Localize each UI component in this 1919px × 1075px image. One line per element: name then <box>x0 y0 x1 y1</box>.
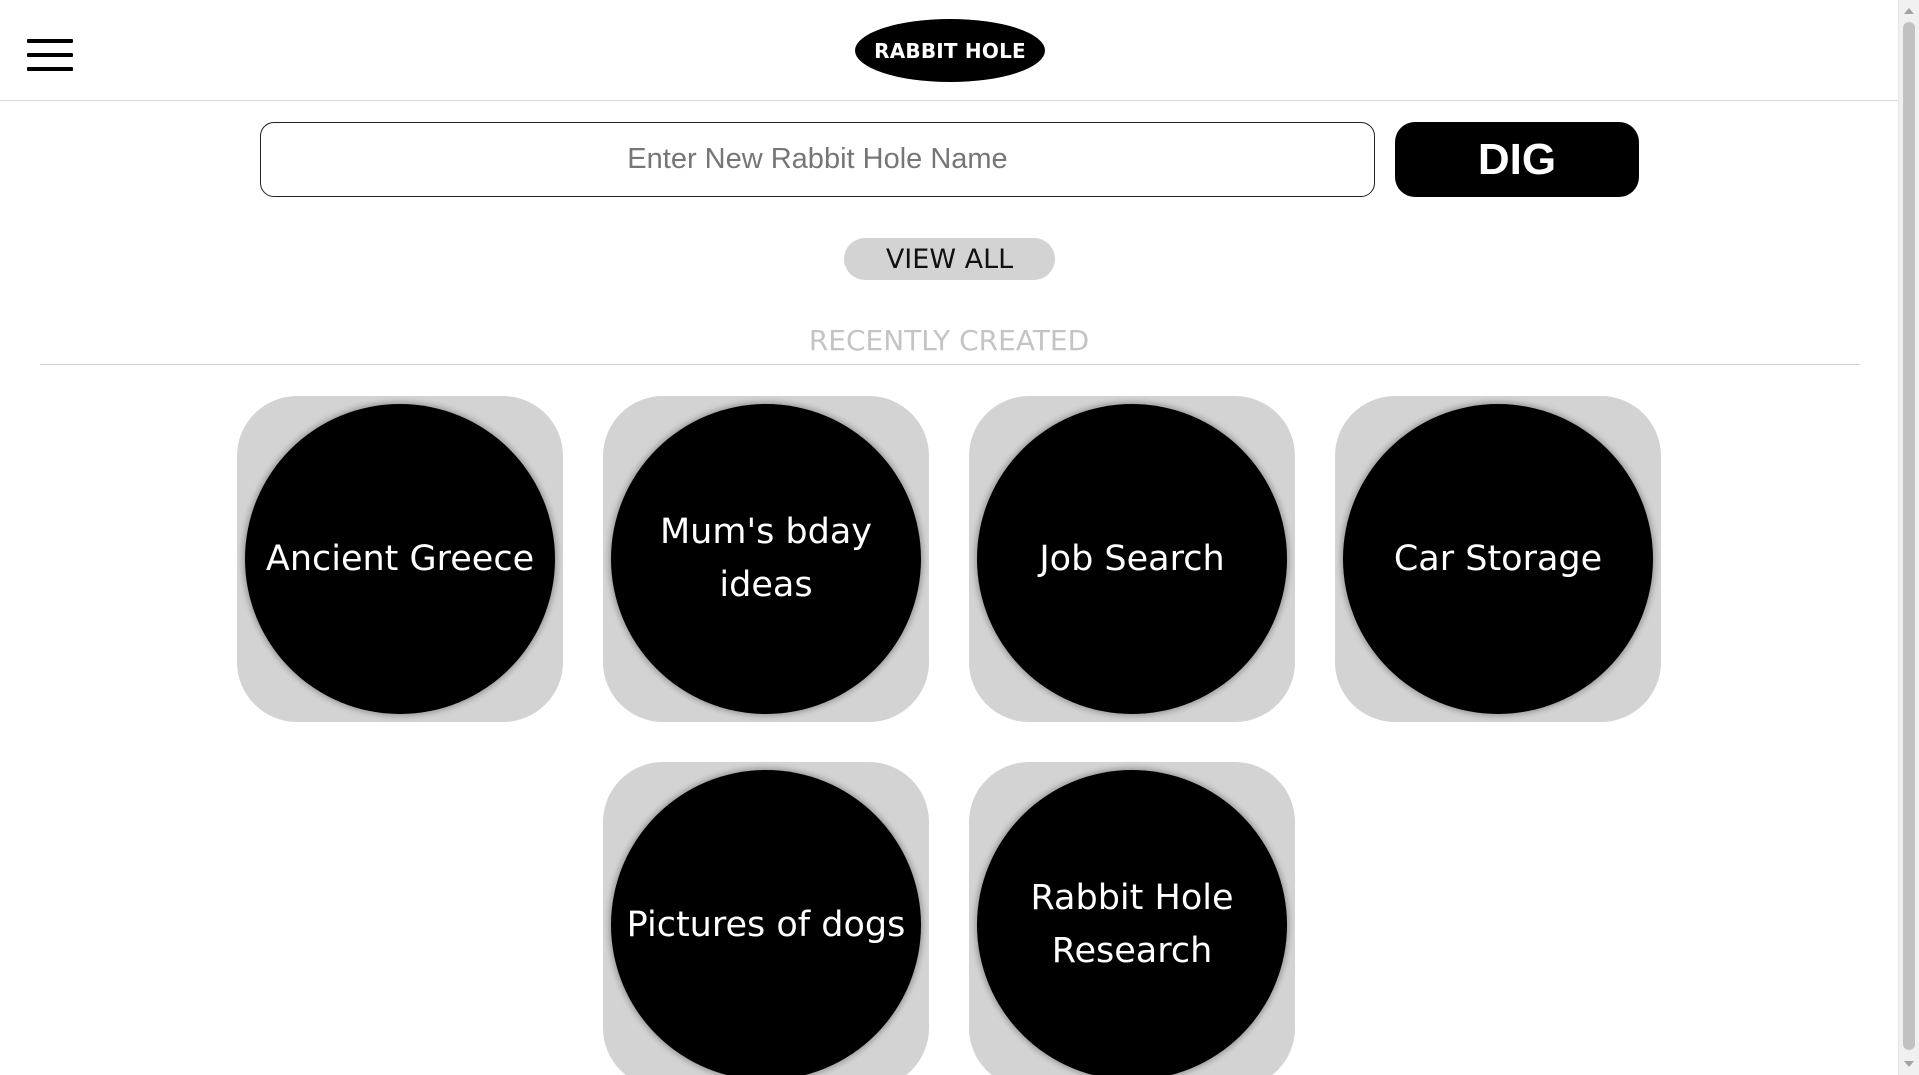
menu-line <box>27 67 73 71</box>
rabbit-hole-name: Mum's bday ideas <box>659 512 873 605</box>
rabbit-hole-tile[interactable]: Ancient Greece <box>237 396 563 722</box>
top-bar: RABBIT HOLE <box>0 0 1898 101</box>
dig-button[interactable]: DIG <box>1395 122 1639 197</box>
page: RABBIT HOLE DIG VIEW ALL RECENTLY CREATE… <box>0 0 1898 1075</box>
app-window: RABBIT HOLE DIG VIEW ALL RECENTLY CREATE… <box>0 0 1919 1075</box>
menu-line <box>27 53 73 57</box>
scrollbar-thumb[interactable] <box>1903 22 1915 1050</box>
vertical-scrollbar[interactable] <box>1898 0 1919 1075</box>
rabbit-hole-name: Pictures of dogs <box>626 904 906 945</box>
new-rabbit-hole-name-input[interactable] <box>260 122 1375 197</box>
hamburger-menu-icon[interactable] <box>27 39 73 71</box>
rabbit-hole-tile[interactable]: Pictures of dogs <box>603 762 929 1075</box>
section-title-recently-created: RECENTLY CREATED <box>808 324 1090 357</box>
rabbit-hole-name: Car Storage <box>1393 538 1603 579</box>
rabbit-hole-grid: Ancient Greece Mum's bday ideas Job Sear… <box>237 396 1661 1075</box>
rabbit-hole-name: Job Search <box>1039 538 1225 579</box>
rabbit-hole-tile[interactable]: Mum's bday ideas <box>603 396 929 722</box>
rabbit-hole-circle: Rabbit Hole Research <box>977 770 1287 1075</box>
rabbit-hole-tile[interactable]: Job Search <box>969 396 1295 722</box>
rabbit-hole-tile[interactable]: Rabbit Hole Research <box>969 762 1295 1075</box>
scroll-up-arrow-icon[interactable] <box>1904 8 1914 14</box>
rabbit-hole-circle: Mum's bday ideas <box>611 404 921 714</box>
rabbit-hole-circle: Car Storage <box>1343 404 1653 714</box>
rabbit-hole-circle: Ancient Greece <box>245 404 555 714</box>
rabbit-hole-name: Ancient Greece <box>265 538 535 579</box>
rabbit-hole-circle: Job Search <box>977 404 1287 714</box>
section-divider <box>40 364 1860 365</box>
rabbit-hole-name: Rabbit Hole Research <box>1030 878 1234 971</box>
view-all-button[interactable]: VIEW ALL <box>844 238 1055 280</box>
rabbit-hole-tile[interactable]: Car Storage <box>1335 396 1661 722</box>
menu-line <box>27 39 73 43</box>
app-logo[interactable]: RABBIT HOLE <box>855 19 1045 82</box>
rabbit-hole-circle: Pictures of dogs <box>611 770 921 1075</box>
scroll-down-arrow-icon[interactable] <box>1904 1061 1914 1067</box>
